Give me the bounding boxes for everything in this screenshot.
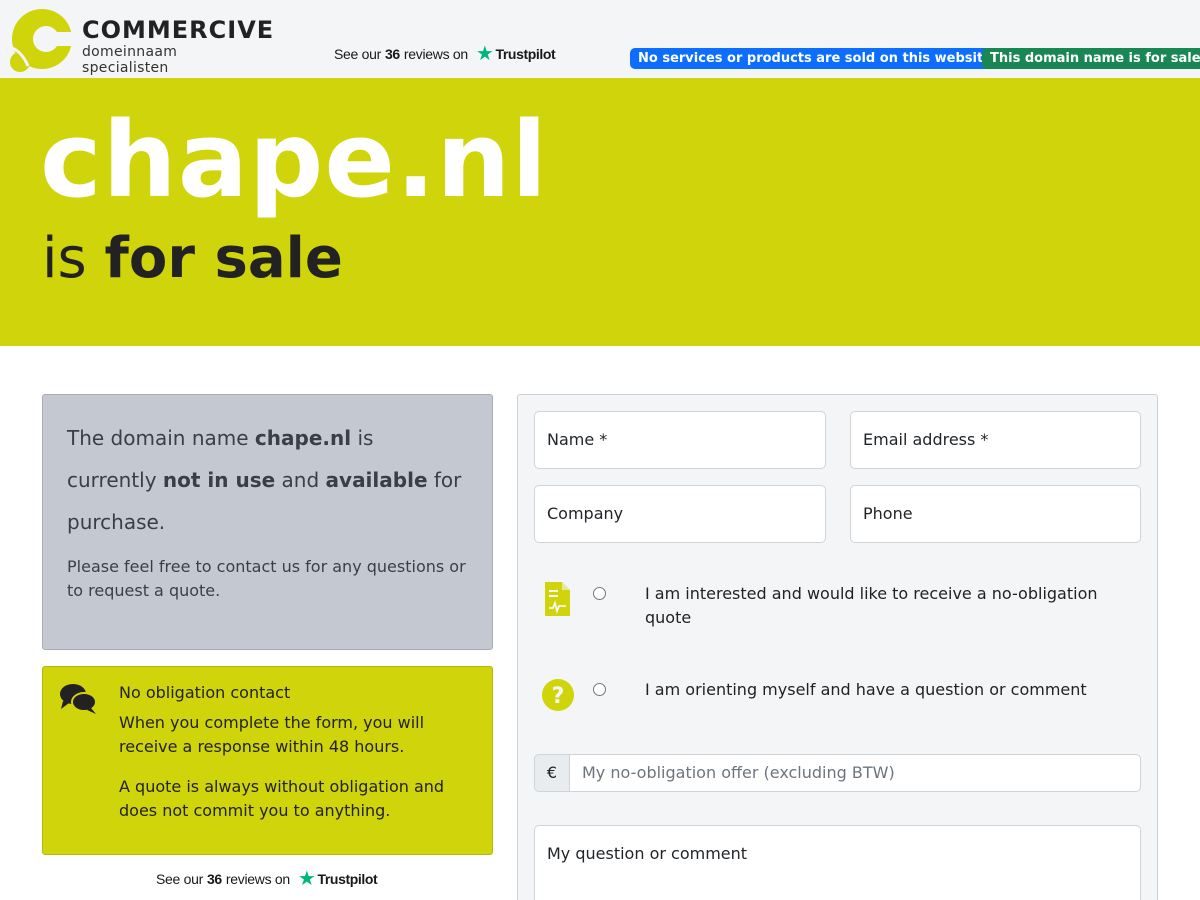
comment-textarea[interactable]: My question or comment [534, 825, 1141, 900]
top-bar: COMMERCIVE domeinnaam specialisten See o… [0, 0, 1200, 78]
offer-input[interactable]: My no-obligation offer (excluding BTW) [569, 754, 1141, 792]
commercive-logo-icon [10, 9, 72, 72]
name-field[interactable]: Name * [534, 411, 826, 469]
for-sale-badge: This domain name is for sale [982, 48, 1200, 69]
trustpilot-prefix: See our [156, 871, 203, 887]
obligation-text-2: A quote is always without obligation and… [119, 777, 445, 820]
obligation-card: No obligation contact When you complete … [42, 666, 493, 855]
document-icon [545, 582, 570, 616]
trustpilot-count: 36 [206, 871, 222, 887]
obligation-title: No obligation contact [119, 683, 291, 702]
quote-radio[interactable] [593, 587, 606, 600]
company-field[interactable]: Company [534, 485, 826, 543]
no-services-badge: No services or products are sold on this… [630, 48, 1005, 69]
chat-bubbles-icon [60, 684, 97, 714]
intro-text: The domain name chape.nl is currently no… [67, 417, 468, 543]
intro-domain: chape.nl [254, 426, 352, 450]
question-circle-icon: ? [542, 679, 574, 711]
obligation-text: When you complete the form, you will rec… [119, 711, 479, 823]
currency-prefix: € [534, 754, 570, 792]
phone-field[interactable]: Phone [850, 485, 1141, 543]
hero-banner: chape.nl is for sale [0, 78, 1200, 346]
hero-domain-name: chape.nl [40, 99, 549, 221]
intro-part-1: The domain name [67, 426, 249, 450]
trustpilot-star-icon: ★ [475, 43, 494, 65]
trustpilot-reviews-link-bottom[interactable]: See our 36 reviews on ★ Trustpilot [156, 868, 378, 890]
logo-name: COMMERCIVE [82, 16, 275, 44]
intro-available: available [325, 468, 428, 492]
quote-option-label[interactable]: I am interested and would like to receiv… [645, 582, 1115, 630]
question-radio[interactable] [593, 683, 606, 696]
svg-text:?: ? [552, 684, 565, 709]
commercive-logo[interactable]: COMMERCIVE domeinnaam specialisten [8, 8, 273, 76]
hero-for-sale-text: for sale [104, 226, 343, 291]
intro-not-in-use: not in use [162, 468, 276, 492]
hero-for-sale: is for sale [42, 224, 343, 294]
trustpilot-brand: Trustpilot [495, 46, 556, 62]
trustpilot-middle: reviews on [403, 46, 468, 62]
trustpilot-prefix: See our [334, 46, 381, 62]
hero-is: is [42, 226, 87, 291]
trustpilot-star-icon: ★ [297, 868, 316, 890]
obligation-text-1: When you complete the form, you will rec… [119, 713, 425, 756]
intro-subtext: Please feel free to contact us for any q… [67, 557, 466, 600]
logo-tagline: domeinnaam specialisten [82, 44, 178, 76]
intro-and: and [281, 468, 320, 492]
question-option-label[interactable]: I am orienting myself and have a questio… [645, 678, 1115, 702]
trustpilot-brand: Trustpilot [317, 871, 378, 887]
intro-card: The domain name chape.nl is currently no… [42, 394, 493, 650]
trustpilot-reviews-link[interactable]: See our 36 reviews on ★ Trustpilot [334, 43, 556, 65]
email-field[interactable]: Email address * [850, 411, 1141, 469]
trustpilot-middle: reviews on [225, 871, 290, 887]
contact-form: Name * Email address * Company Phone I a… [517, 394, 1158, 900]
trustpilot-count: 36 [384, 46, 400, 62]
